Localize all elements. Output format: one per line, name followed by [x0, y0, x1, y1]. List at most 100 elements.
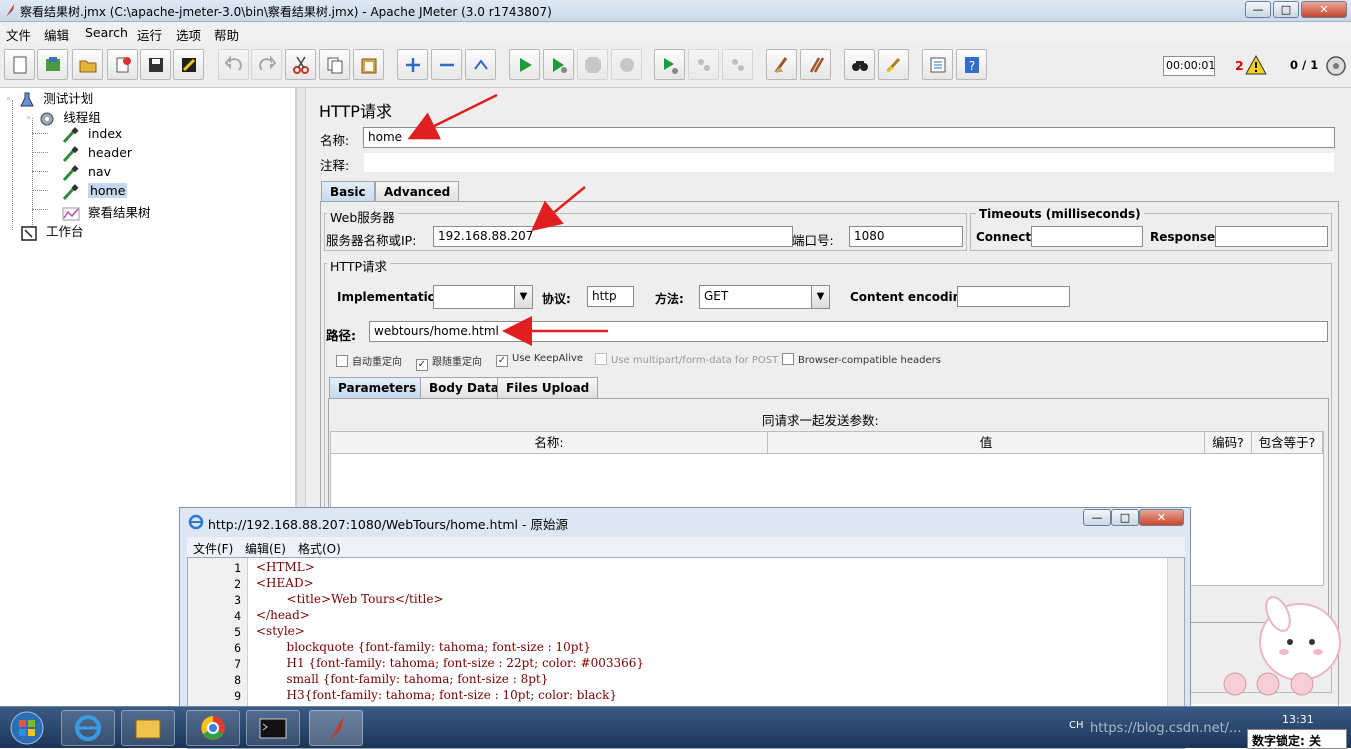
code-line: <HTML>: [256, 560, 315, 574]
tree-node-header[interactable]: header: [62, 145, 132, 162]
collapse-icon[interactable]: [431, 49, 462, 80]
line-number: 3: [234, 593, 241, 607]
line-number: 5: [234, 625, 241, 639]
minimize-button[interactable]: —: [1245, 1, 1271, 18]
maximize-button[interactable]: □: [1273, 1, 1299, 18]
menu-file[interactable]: 文件: [6, 25, 31, 44]
undo-icon[interactable]: [218, 49, 249, 80]
tree-node-index[interactable]: index: [62, 126, 122, 143]
params-caption: 同请求一起发送参数:: [762, 413, 879, 428]
taskbar-explorer-icon[interactable]: [121, 710, 175, 746]
stop-icon[interactable]: [577, 49, 608, 80]
connect-timeout-input[interactable]: [1031, 226, 1143, 247]
timeouts-title: Timeouts (milliseconds): [976, 207, 1144, 221]
taskbar-cmd-icon[interactable]: [246, 710, 300, 746]
source-minimize-button[interactable]: —: [1083, 509, 1111, 526]
tree-node-results-tree[interactable]: 察看结果树: [62, 202, 151, 222]
menu-edit[interactable]: 编辑: [44, 25, 69, 44]
templates-icon[interactable]: [37, 49, 68, 80]
tab-body-data[interactable]: Body Data: [420, 377, 508, 398]
comment-input[interactable]: [363, 152, 1335, 173]
function-helper-icon[interactable]: [922, 49, 953, 80]
remote-exit-icon[interactable]: [722, 49, 753, 80]
line-number: 2: [234, 577, 241, 591]
column-header-name[interactable]: 名称:: [331, 432, 768, 454]
open-icon[interactable]: [72, 49, 103, 80]
save-icon[interactable]: [140, 49, 171, 80]
code-line: H1 {font-family: tahoma; font-size : 22p…: [256, 656, 645, 670]
path-input[interactable]: webtours/home.html: [369, 321, 1328, 342]
save-image-icon[interactable]: [173, 49, 204, 80]
checkbox-multipart[interactable]: Use multipart/form-data for POST: [595, 353, 778, 366]
shutdown-icon[interactable]: [611, 49, 642, 80]
menu-help[interactable]: 帮助: [214, 25, 239, 44]
copy-icon[interactable]: [319, 49, 350, 80]
clear-all-icon[interactable]: [800, 49, 831, 80]
method-select[interactable]: GET ▼: [699, 285, 830, 309]
line-number: 4: [234, 609, 241, 623]
taskbar-ie-icon[interactable]: [61, 710, 115, 746]
input-language[interactable]: CH: [1069, 720, 1084, 731]
source-menu-file[interactable]: 文件(F): [193, 540, 233, 557]
response-timeout-input[interactable]: [1215, 226, 1328, 247]
tree-node-home[interactable]: home: [62, 183, 128, 200]
new-icon[interactable]: [4, 49, 35, 80]
source-close-button[interactable]: ✕: [1139, 509, 1184, 526]
tab-basic[interactable]: Basic: [321, 181, 375, 202]
menu-run[interactable]: 运行: [137, 25, 162, 44]
content-encoding-input[interactable]: [957, 286, 1070, 307]
taskbar: CH https://blog.csdn.net/... 13:31 数字锁定:…: [0, 706, 1351, 749]
menu-options[interactable]: 选项: [176, 25, 201, 44]
tree-node-nav[interactable]: nav: [62, 164, 111, 181]
start-icon[interactable]: [509, 49, 540, 80]
warning-icon[interactable]: [1245, 55, 1267, 75]
help-icon[interactable]: ?: [956, 49, 987, 80]
close-button[interactable]: ✕: [1301, 1, 1347, 18]
tab-advanced[interactable]: Advanced: [375, 181, 460, 202]
tree-node-workbench[interactable]: 工作台: [20, 221, 84, 241]
redo-icon[interactable]: [251, 49, 282, 80]
protocol-label: 协议:: [542, 292, 571, 306]
protocol-input[interactable]: http: [587, 286, 634, 307]
remote-stop-icon[interactable]: [688, 49, 719, 80]
port-input[interactable]: 1080: [849, 226, 963, 247]
expand-icon[interactable]: [397, 49, 428, 80]
search-icon[interactable]: [844, 49, 875, 80]
pipette-icon: [62, 183, 79, 200]
code-line: blockquote {font-family: tahoma; font-si…: [256, 640, 591, 654]
connect-label: Connect:: [976, 230, 1036, 244]
line-number: 6: [234, 641, 241, 655]
start-button-icon[interactable]: [8, 710, 46, 746]
column-header-value[interactable]: 值: [768, 432, 1205, 454]
svg-text:?: ?: [968, 59, 974, 73]
name-input[interactable]: home: [363, 127, 1335, 148]
tab-files-upload[interactable]: Files Upload: [497, 377, 599, 398]
checkbox-browser-headers[interactable]: Browser-compatible headers: [782, 353, 941, 366]
remote-start-icon[interactable]: [654, 49, 685, 80]
taskbar-chrome-icon[interactable]: [186, 710, 240, 746]
server-input[interactable]: 192.168.88.207: [433, 226, 793, 247]
column-header-include-equals[interactable]: 包含等于?: [1252, 432, 1323, 454]
paste-icon[interactable]: [353, 49, 384, 80]
source-maximize-button[interactable]: □: [1111, 509, 1139, 526]
implementation-select[interactable]: ▼: [433, 285, 533, 309]
cut-icon[interactable]: [285, 49, 316, 80]
taskbar-jmeter-icon[interactable]: [309, 710, 363, 746]
checkbox-follow-redirect[interactable]: ✓ 跟随重定向: [416, 353, 482, 371]
system-clock[interactable]: 13:31: [1282, 713, 1314, 726]
tree-node-test-plan[interactable]: ◦ 测试计划: [6, 88, 93, 108]
toggle-icon[interactable]: [465, 49, 496, 80]
start-no-pause-icon[interactable]: [543, 49, 574, 80]
reset-search-icon[interactable]: [878, 49, 909, 80]
close-file-icon[interactable]: [107, 49, 138, 80]
clear-icon[interactable]: [766, 49, 797, 80]
checkbox-auto-redirect[interactable]: 自动重定向: [336, 353, 402, 368]
menu-search[interactable]: Search: [85, 25, 128, 40]
tab-parameters[interactable]: Parameters: [329, 377, 426, 398]
tree-node-thread-group[interactable]: ◦ 线程组: [26, 107, 101, 127]
graph-icon: [62, 207, 80, 220]
source-menu-edit[interactable]: 编辑(E): [245, 540, 286, 557]
column-header-encode[interactable]: 编码?: [1205, 432, 1252, 454]
checkbox-keepalive[interactable]: ✓ Use KeepAlive: [496, 353, 583, 367]
source-menu-format[interactable]: 格式(O): [298, 540, 341, 557]
